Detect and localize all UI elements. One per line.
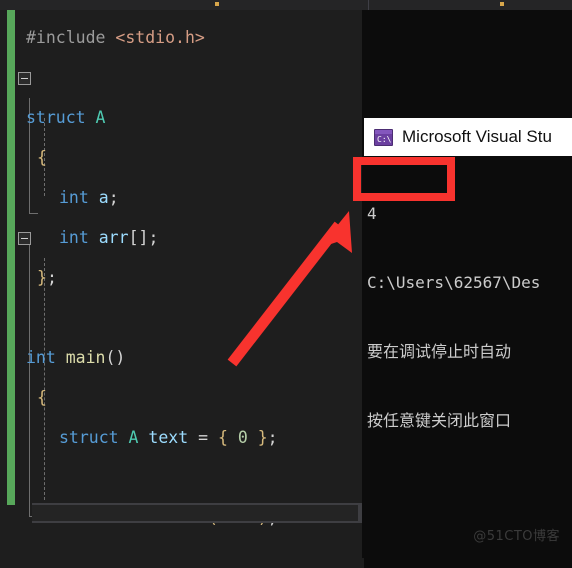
code-token: int bbox=[59, 228, 89, 247]
tab-modified-dot-right bbox=[500, 2, 504, 6]
code-token: a bbox=[98, 188, 109, 207]
horizontal-scrollbar-thumb[interactable] bbox=[32, 505, 358, 521]
console-title-text: Microsoft Visual Stu bbox=[402, 127, 552, 146]
code-token: = bbox=[188, 428, 218, 447]
code-token: { bbox=[37, 388, 47, 407]
console-output-area[interactable]: 4 C:\Users\62567\Des 要在调试停止时自动 按任意键关闭此窗口 bbox=[364, 156, 572, 568]
tab-strip-background bbox=[0, 0, 572, 10]
code-token: ; bbox=[148, 228, 159, 247]
code-line-4[interactable]: { bbox=[37, 138, 47, 178]
code-token: A bbox=[128, 428, 139, 447]
editor-tab-strip[interactable] bbox=[0, 0, 572, 10]
code-token: ; bbox=[267, 428, 278, 447]
code-line-6[interactable]: int arr[]; bbox=[59, 218, 158, 258]
code-token: } bbox=[37, 268, 47, 287]
code-token: A bbox=[95, 108, 106, 127]
console-output-value: 4 bbox=[367, 204, 377, 223]
code-token: #include bbox=[26, 28, 116, 47]
code-token: { bbox=[37, 148, 47, 167]
code-token: { bbox=[217, 428, 228, 447]
console-app-icon: C:\ bbox=[374, 128, 393, 146]
code-line-7[interactable]: }; bbox=[37, 258, 57, 298]
code-line-1[interactable]: #include <stdio.h> bbox=[26, 18, 205, 58]
code-token: () bbox=[105, 348, 126, 367]
console-title-bar[interactable]: C:\ Microsoft Visual Stu bbox=[364, 118, 572, 156]
code-text[interactable]: #include <stdio.h> struct A{int a; int arr… bbox=[0, 10, 362, 558]
code-token: [] bbox=[128, 228, 149, 247]
code-line-5[interactable]: int a; bbox=[59, 178, 119, 218]
code-editor-pane[interactable]: #include <stdio.h> struct A{int a; int arr… bbox=[0, 10, 362, 558]
code-line-11[interactable]: struct A text = { 0 }; bbox=[59, 418, 278, 458]
code-token: } bbox=[257, 428, 268, 447]
console-line-auto-close: 要在调试停止时自动 bbox=[367, 342, 512, 361]
code-token: struct bbox=[26, 108, 86, 127]
tab-modified-dot-left bbox=[215, 2, 219, 6]
tab-separator bbox=[368, 0, 369, 10]
horizontal-scrollbar[interactable] bbox=[32, 503, 362, 523]
code-token: 0 bbox=[237, 428, 248, 447]
code-token: <stdio.h> bbox=[115, 28, 205, 47]
code-token: int bbox=[26, 348, 56, 367]
console-line-path: C:\Users\62567\Des bbox=[367, 273, 541, 292]
console-window[interactable]: C:\ Microsoft Visual Stu 4 C:\Users\6256… bbox=[362, 10, 572, 568]
code-line-9[interactable]: int main() bbox=[26, 338, 125, 378]
watermark: @51CTO博客 bbox=[473, 529, 560, 544]
code-token: ; bbox=[46, 268, 57, 287]
console-app-icon-label: C:\ bbox=[377, 134, 392, 144]
code-token: main bbox=[65, 348, 106, 367]
code-token: ; bbox=[108, 188, 119, 207]
code-token: arr bbox=[98, 228, 129, 247]
code-token: struct bbox=[59, 428, 119, 447]
code-line-3[interactable]: struct A bbox=[26, 98, 105, 138]
code-token: int bbox=[59, 188, 89, 207]
code-token: text bbox=[148, 428, 189, 447]
code-line-10[interactable]: { bbox=[37, 378, 47, 418]
console-line-press-key: 按任意键关闭此窗口 bbox=[367, 411, 512, 430]
